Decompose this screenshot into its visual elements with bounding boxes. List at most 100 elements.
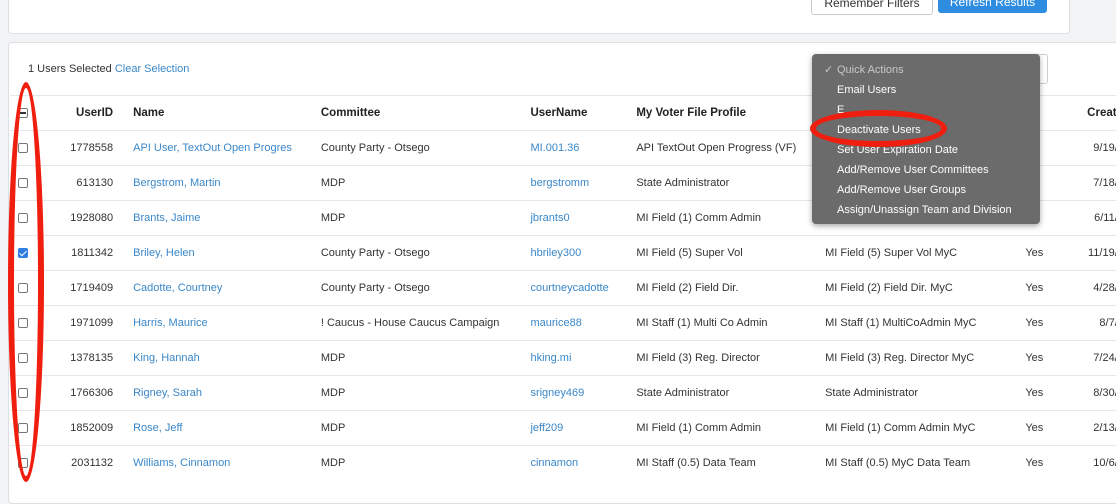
name-link[interactable]: King, Hannah (133, 340, 321, 376)
col-userid[interactable]: UserID (36, 95, 134, 131)
myc-profile-cell: MI Field (5) Super Vol MyC (825, 235, 1026, 271)
refresh-results-button[interactable]: Refresh Results (938, 0, 1047, 13)
user-id-cell: 1378135 (36, 340, 134, 376)
quick-actions-header: ✓ Quick Actions (812, 60, 1040, 80)
table-row[interactable]: 1719409 Cadotte, Courtney County Party - O… (10, 270, 1116, 306)
profile-cell: API TextOut Open Progress (VF) (636, 130, 826, 166)
profile-cell: State Administrator (636, 165, 826, 201)
menu-item-email-users[interactable]: Email Users (812, 80, 1040, 100)
created-cell: 8/30/19 (1071, 375, 1116, 411)
name-link[interactable]: API User, TextOut Open Progres (133, 130, 321, 166)
name-link[interactable]: Bergstrom, Martin (133, 165, 321, 201)
username-link[interactable]: jeff209 (530, 410, 637, 446)
active-cell: Yes (1025, 445, 1072, 480)
deactivate-highlight (810, 110, 947, 147)
myc-profile-cell: MI Staff (1) MultiCoAdmin MyC (825, 305, 1026, 341)
table-row[interactable]: 1852009 Rose, Jeff MDP jeff209 MI Field (1) … (10, 410, 1116, 446)
table-row[interactable]: 1766306 Rigney, Sarah MDP srigney469 State A… (10, 375, 1116, 411)
active-cell: Yes (1025, 270, 1072, 306)
created-cell: 7/24/17 (1071, 340, 1116, 376)
checkbox-column-highlight (8, 82, 44, 482)
selection-count: 1 Users Selected (28, 63, 112, 75)
committee-cell: MDP (320, 410, 531, 446)
username-link[interactable]: srigney469 (530, 375, 637, 411)
profile-cell: MI Field (1) Comm Admin (636, 410, 826, 446)
myc-profile-cell: MI Staff (0.5) MyC Data Team (825, 445, 1026, 480)
created-cell: 11/19/19 (1071, 235, 1116, 271)
profile-cell: MI Staff (0.5) Data Team (636, 445, 826, 480)
remember-filters-button[interactable]: Remember Filters (811, 0, 933, 15)
col-name[interactable]: Name (133, 95, 321, 131)
myc-profile-cell: State Administrator (825, 375, 1026, 411)
username-link[interactable]: maurice88 (530, 305, 637, 341)
name-link[interactable]: Briley, Helen (133, 235, 321, 271)
username-link[interactable]: bergstromm (530, 165, 637, 201)
table-row[interactable]: 1971099 Harris, Maurice! Caucus - House C… (10, 305, 1116, 341)
name-link[interactable]: Rigney, Sarah (133, 375, 321, 411)
user-id-cell: 1719409 (36, 270, 134, 306)
active-cell: Yes (1025, 305, 1072, 341)
check-icon: ✓ (824, 64, 834, 76)
myc-profile-cell: MI Field (1) Comm Admin MyC (825, 410, 1026, 446)
col-username[interactable]: UserName (530, 95, 637, 131)
created-cell: 10/6/20 (1071, 445, 1116, 480)
committee-cell: MDP (320, 165, 531, 201)
committee-cell: MDP (320, 340, 531, 376)
username-link[interactable]: hbriley300 (530, 235, 637, 271)
menu-item-team-division[interactable]: Assign/Unassign Team and Division (812, 200, 1040, 220)
committee-cell: MDP (320, 200, 531, 236)
user-id-cell: 1971099 (36, 305, 134, 341)
username-link[interactable]: cinnamon (530, 445, 637, 480)
myc-profile-cell: MI Field (3) Reg. Director MyC (825, 340, 1026, 376)
name-link[interactable]: Williams, Cinnamon (133, 445, 321, 480)
committee-cell: County Party - Otsego (320, 130, 531, 166)
myc-profile-cell: MI Field (2) Field Dir. MyC (825, 270, 1026, 306)
active-cell: Yes (1025, 410, 1072, 446)
profile-cell: MI Field (5) Super Vol (636, 235, 826, 271)
username-link[interactable]: hking.mi (530, 340, 637, 376)
user-id-cell: 1766306 (36, 375, 134, 411)
profile-cell: MI Field (2) Field Dir. (636, 270, 826, 306)
profile-cell: MI Field (1) Comm Admin (636, 200, 826, 236)
selection-status: 1 Users Selected Clear Selection (28, 63, 189, 75)
user-id-cell: 2031132 (36, 445, 134, 480)
menu-item-user-groups[interactable]: Add/Remove User Groups (812, 180, 1040, 200)
username-link[interactable]: jbrants0 (530, 200, 637, 236)
name-link[interactable]: Rose, Jeff (133, 410, 321, 446)
committee-cell: County Party - Otsego (320, 270, 531, 306)
user-id-cell: 1778558 (36, 130, 134, 166)
committee-cell: ! Caucus - House Caucus Campaign (320, 305, 531, 341)
username-link[interactable]: courtneycadotte (530, 270, 637, 306)
col-committee[interactable]: Committee (320, 95, 531, 131)
user-id-cell: 613130 (36, 165, 134, 201)
table-row[interactable]: 1811342 Briley, Helen County Party - Otseg… (10, 235, 1116, 271)
active-cell: Yes (1025, 340, 1072, 376)
menu-item-user-committees[interactable]: Add/Remove User Committees (812, 160, 1040, 180)
created-cell: 6/11/20 (1071, 200, 1116, 236)
name-link[interactable]: Brants, Jaime (133, 200, 321, 236)
created-cell: 9/19/19 (1071, 130, 1116, 166)
name-link[interactable]: Harris, Maurice (133, 305, 321, 341)
created-cell: 2/13/20 (1071, 410, 1116, 446)
committee-cell: MDP (320, 375, 531, 411)
col-profile[interactable]: My Voter File Profile (636, 95, 826, 131)
active-cell: Yes (1025, 375, 1072, 411)
active-cell: Yes (1025, 235, 1072, 271)
quick-actions-header-label: Quick Actions (837, 64, 904, 76)
user-id-cell: 1811342 (36, 235, 134, 271)
name-link[interactable]: Cadotte, Courtney (133, 270, 321, 306)
col-created[interactable]: Created (1071, 95, 1116, 131)
username-link[interactable]: MI.001.36 (530, 130, 637, 166)
created-cell: 8/7/20 (1071, 305, 1116, 341)
created-cell: 4/28/19 (1071, 270, 1116, 306)
profile-cell: MI Staff (1) Multi Co Admin (636, 305, 826, 341)
committee-cell: MDP (320, 445, 531, 480)
table-row[interactable]: 2031132 Williams, Cinnamon MDP cinnamon MI S… (10, 445, 1116, 480)
user-id-cell: 1928080 (36, 200, 134, 236)
profile-cell: MI Field (3) Reg. Director (636, 340, 826, 376)
user-id-cell: 1852009 (36, 410, 134, 446)
profile-cell: State Administrator (636, 375, 826, 411)
clear-selection-link[interactable]: Clear Selection (115, 63, 190, 75)
table-row[interactable]: 1378135 King, Hannah MDP hking.mi MI Field (… (10, 340, 1116, 376)
committee-cell: County Party - Otsego (320, 235, 531, 271)
